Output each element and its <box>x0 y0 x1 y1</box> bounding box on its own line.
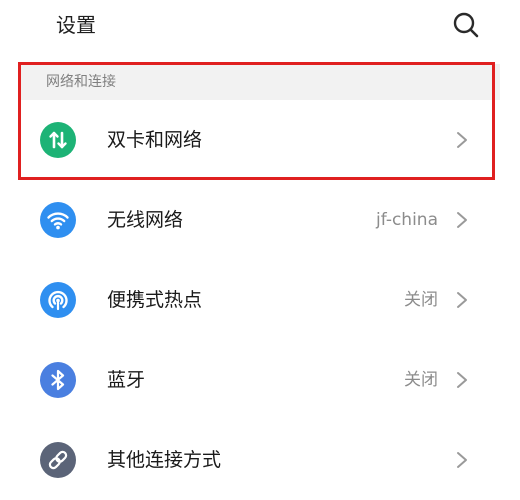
chevron-right-icon <box>457 372 467 388</box>
chevron-right-icon <box>457 452 467 468</box>
settings-item-bluetooth[interactable]: 蓝牙 关闭 <box>20 340 500 420</box>
settings-item-value: 关闭 <box>404 370 438 390</box>
hotspot-icon <box>40 282 76 318</box>
wifi-icon <box>40 202 76 238</box>
settings-item-label: 其他连接方式 <box>107 449 222 471</box>
settings-item-label: 双卡和网络 <box>107 129 203 151</box>
settings-item-label: 蓝牙 <box>107 369 146 391</box>
chevron-right-icon <box>457 132 467 148</box>
settings-item-value: jf-china <box>376 210 438 230</box>
section-header: 网络和连接 <box>20 64 500 100</box>
search-button[interactable] <box>450 9 482 41</box>
dual-sim-icon <box>40 122 76 158</box>
settings-item-wifi[interactable]: 无线网络 jf-china <box>20 180 500 260</box>
section-title: 网络和连接 <box>46 74 116 90</box>
page-title: 设置 <box>56 13 96 37</box>
settings-item-hotspot[interactable]: 便携式热点 关闭 <box>20 260 500 340</box>
chevron-right-icon <box>457 212 467 228</box>
settings-item-label: 便携式热点 <box>107 289 203 311</box>
link-icon <box>40 442 76 478</box>
search-icon <box>453 12 479 38</box>
settings-item-other-connections[interactable]: 其他连接方式 <box>20 420 500 500</box>
settings-item-value: 关闭 <box>404 290 438 310</box>
chevron-right-icon <box>457 292 467 308</box>
bluetooth-icon <box>40 362 76 398</box>
settings-item-label: 无线网络 <box>107 209 184 231</box>
settings-item-dual-sim[interactable]: 双卡和网络 <box>20 100 500 180</box>
app-header: 设置 <box>0 0 520 50</box>
